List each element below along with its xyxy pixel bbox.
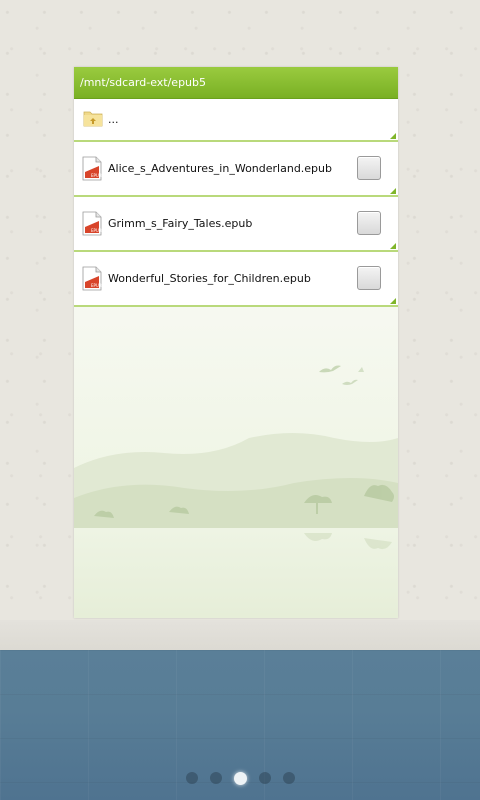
file-name: Alice_s_Adventures_in_Wonderland.epub [108, 162, 332, 175]
row-corner-marker [390, 298, 396, 304]
landscape-decoration [74, 288, 398, 618]
file-browser-panel: /mnt/sdcard-ext/epub5 ... EPUB Alice_s_A… [74, 67, 398, 618]
row-corner-marker [390, 243, 396, 249]
file-name: Wonderful_Stories_for_Children.epub [108, 272, 311, 285]
file-select-checkbox[interactable] [357, 211, 381, 235]
page-indicator [0, 768, 480, 788]
current-path: /mnt/sdcard-ext/epub5 [80, 76, 207, 89]
page-dot[interactable] [185, 772, 198, 784]
epub-file-icon: EPUB [82, 211, 102, 236]
parent-directory-label: ... [108, 113, 119, 126]
page-dot-active[interactable] [233, 771, 247, 785]
file-row[interactable]: EPUB Alice_s_Adventures_in_Wonderland.ep… [74, 142, 398, 197]
folder-up-icon [83, 111, 103, 127]
page-dot[interactable] [282, 772, 295, 784]
svg-text:EPUB: EPUB [91, 173, 102, 178]
page-dot[interactable] [258, 772, 271, 784]
epub-file-icon: EPUB [82, 156, 102, 181]
file-select-checkbox[interactable] [357, 156, 381, 180]
row-corner-marker [390, 188, 396, 194]
paper-bottom-edge [0, 620, 480, 650]
row-corner-marker [390, 133, 396, 139]
file-select-checkbox[interactable] [357, 266, 381, 290]
epub-file-icon: EPUB [82, 266, 102, 291]
file-row[interactable]: EPUB Grimm_s_Fairy_Tales.epub [74, 197, 398, 252]
file-name: Grimm_s_Fairy_Tales.epub [108, 217, 253, 230]
file-row[interactable]: EPUB Wonderful_Stories_for_Children.epub [74, 252, 398, 307]
parent-directory-row[interactable]: ... [74, 99, 398, 142]
svg-text:EPUB: EPUB [91, 283, 102, 288]
path-header: /mnt/sdcard-ext/epub5 [74, 67, 398, 99]
svg-text:EPUB: EPUB [91, 228, 102, 233]
page-dot[interactable] [209, 772, 222, 784]
